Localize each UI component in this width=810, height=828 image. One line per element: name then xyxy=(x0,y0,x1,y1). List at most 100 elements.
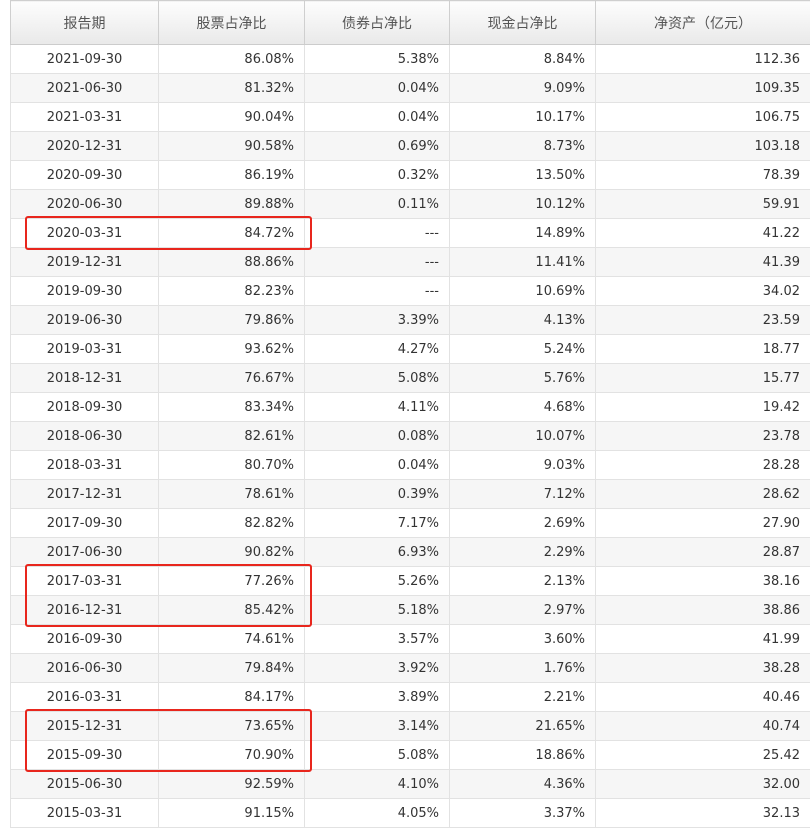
cell-net-assets: 32.13 xyxy=(595,798,810,828)
cell-report-date: 2019-09-30 xyxy=(10,276,159,306)
header-net-assets[interactable]: 净资产（亿元） xyxy=(595,0,810,45)
cell-report-date: 2018-09-30 xyxy=(10,392,159,422)
cell-net-assets: 38.86 xyxy=(595,595,810,625)
cell-cash-ratio: 4.13% xyxy=(449,305,596,335)
cell-cash-ratio: 2.69% xyxy=(449,508,596,538)
cell-bond-ratio: 0.32% xyxy=(304,160,450,190)
cell-bond-ratio: 3.39% xyxy=(304,305,450,335)
cell-stock-ratio: 84.17% xyxy=(158,682,305,712)
table-row: 2019-09-30 82.23% --- 10.69% 34.02 xyxy=(10,276,810,306)
cell-bond-ratio: 0.39% xyxy=(304,479,450,509)
table-row: 2016-03-31 84.17% 3.89% 2.21% 40.46 xyxy=(10,682,810,712)
cell-bond-ratio: 0.04% xyxy=(304,450,450,480)
cell-bond-ratio: 0.69% xyxy=(304,131,450,161)
cell-cash-ratio: 10.07% xyxy=(449,421,596,451)
table-row: 2018-12-31 76.67% 5.08% 5.76% 15.77 xyxy=(10,363,810,393)
cell-stock-ratio: 76.67% xyxy=(158,363,305,393)
cell-stock-ratio: 90.58% xyxy=(158,131,305,161)
cell-net-assets: 38.28 xyxy=(595,653,810,683)
cell-cash-ratio: 10.12% xyxy=(449,189,596,219)
cell-cash-ratio: 9.03% xyxy=(449,450,596,480)
header-bond-ratio[interactable]: 债券占净比 xyxy=(304,0,450,45)
cell-stock-ratio: 79.86% xyxy=(158,305,305,335)
cell-stock-ratio: 86.19% xyxy=(158,160,305,190)
cell-report-date: 2021-03-31 xyxy=(10,102,159,132)
cell-bond-ratio: --- xyxy=(304,247,450,277)
cell-bond-ratio: 4.10% xyxy=(304,769,450,799)
cell-net-assets: 78.39 xyxy=(595,160,810,190)
cell-report-date: 2017-09-30 xyxy=(10,508,159,538)
cell-bond-ratio: 3.92% xyxy=(304,653,450,683)
cell-stock-ratio: 81.32% xyxy=(158,73,305,103)
cell-cash-ratio: 2.97% xyxy=(449,595,596,625)
cell-cash-ratio: 13.50% xyxy=(449,160,596,190)
cell-stock-ratio: 90.04% xyxy=(158,102,305,132)
header-cash-ratio[interactable]: 现金占净比 xyxy=(449,0,596,45)
cell-cash-ratio: 2.21% xyxy=(449,682,596,712)
cell-net-assets: 40.46 xyxy=(595,682,810,712)
cell-net-assets: 28.87 xyxy=(595,537,810,567)
cell-stock-ratio: 85.42% xyxy=(158,595,305,625)
cell-net-assets: 38.16 xyxy=(595,566,810,596)
cell-net-assets: 41.39 xyxy=(595,247,810,277)
cell-stock-ratio: 89.88% xyxy=(158,189,305,219)
table-row: 2021-09-30 86.08% 5.38% 8.84% 112.36 xyxy=(10,44,810,74)
cell-cash-ratio: 4.36% xyxy=(449,769,596,799)
cell-net-assets: 32.00 xyxy=(595,769,810,799)
cell-net-assets: 109.35 xyxy=(595,73,810,103)
cell-bond-ratio: 4.11% xyxy=(304,392,450,422)
cell-report-date: 2017-06-30 xyxy=(10,537,159,567)
cell-net-assets: 106.75 xyxy=(595,102,810,132)
table-row: 2015-12-31 73.65% 3.14% 21.65% 40.74 xyxy=(10,711,810,741)
cell-report-date: 2015-12-31 xyxy=(10,711,159,741)
cell-report-date: 2020-12-31 xyxy=(10,131,159,161)
cell-net-assets: 18.77 xyxy=(595,334,810,364)
table-row: 2017-09-30 82.82% 7.17% 2.69% 27.90 xyxy=(10,508,810,538)
cell-net-assets: 41.99 xyxy=(595,624,810,654)
table-row: 2015-03-31 91.15% 4.05% 3.37% 32.13 xyxy=(10,798,810,828)
table-row: 2017-06-30 90.82% 6.93% 2.29% 28.87 xyxy=(10,537,810,567)
cell-cash-ratio: 18.86% xyxy=(449,740,596,770)
cell-bond-ratio: --- xyxy=(304,218,450,248)
cell-stock-ratio: 92.59% xyxy=(158,769,305,799)
cell-bond-ratio: 6.93% xyxy=(304,537,450,567)
cell-net-assets: 40.74 xyxy=(595,711,810,741)
cell-bond-ratio: 5.38% xyxy=(304,44,450,74)
cell-net-assets: 59.91 xyxy=(595,189,810,219)
cell-stock-ratio: 79.84% xyxy=(158,653,305,683)
cell-report-date: 2018-12-31 xyxy=(10,363,159,393)
cell-cash-ratio: 1.76% xyxy=(449,653,596,683)
table-row: 2017-12-31 78.61% 0.39% 7.12% 28.62 xyxy=(10,479,810,509)
cell-stock-ratio: 86.08% xyxy=(158,44,305,74)
cell-net-assets: 25.42 xyxy=(595,740,810,770)
cell-bond-ratio: 4.27% xyxy=(304,334,450,364)
cell-bond-ratio: 5.08% xyxy=(304,363,450,393)
cell-net-assets: 15.77 xyxy=(595,363,810,393)
table-row: 2021-03-31 90.04% 0.04% 10.17% 106.75 xyxy=(10,102,810,132)
cell-net-assets: 23.78 xyxy=(595,421,810,451)
header-report-date[interactable]: 报告期 xyxy=(10,0,159,45)
cell-bond-ratio: 5.18% xyxy=(304,595,450,625)
cell-cash-ratio: 7.12% xyxy=(449,479,596,509)
cell-report-date: 2018-06-30 xyxy=(10,421,159,451)
cell-cash-ratio: 3.37% xyxy=(449,798,596,828)
table-row: 2020-03-31 84.72% --- 14.89% 41.22 xyxy=(10,218,810,248)
cell-cash-ratio: 3.60% xyxy=(449,624,596,654)
table-body: 2021-09-30 86.08% 5.38% 8.84% 112.36 2021-06-… xyxy=(10,44,810,828)
table-row: 2018-06-30 82.61% 0.08% 10.07% 23.78 xyxy=(10,421,810,451)
cell-bond-ratio: 0.11% xyxy=(304,189,450,219)
cell-net-assets: 27.90 xyxy=(595,508,810,538)
table-row: 2020-12-31 90.58% 0.69% 8.73% 103.18 xyxy=(10,131,810,161)
cell-report-date: 2021-09-30 xyxy=(10,44,159,74)
table-row: 2021-06-30 81.32% 0.04% 9.09% 109.35 xyxy=(10,73,810,103)
cell-bond-ratio: 3.57% xyxy=(304,624,450,654)
cell-cash-ratio: 9.09% xyxy=(449,73,596,103)
cell-report-date: 2021-06-30 xyxy=(10,73,159,103)
cell-stock-ratio: 80.70% xyxy=(158,450,305,480)
cell-report-date: 2016-03-31 xyxy=(10,682,159,712)
cell-cash-ratio: 8.84% xyxy=(449,44,596,74)
cell-net-assets: 41.22 xyxy=(595,218,810,248)
table-row: 2016-06-30 79.84% 3.92% 1.76% 38.28 xyxy=(10,653,810,683)
cell-report-date: 2018-03-31 xyxy=(10,450,159,480)
header-stock-ratio[interactable]: 股票占净比 xyxy=(158,0,305,45)
